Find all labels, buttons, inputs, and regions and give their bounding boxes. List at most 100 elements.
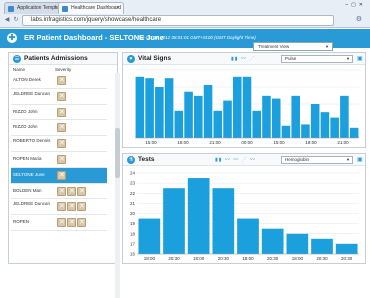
x-tick-label: 18:00	[305, 140, 317, 145]
patient-name: JELDREE Duncan	[13, 90, 51, 96]
severity-icon	[57, 107, 66, 117]
back-icon[interactable]: ◀	[3, 15, 11, 26]
severity-icon	[77, 186, 86, 196]
patient-row[interactable]: SELTONE June	[11, 167, 107, 184]
logo-icon: ✚	[7, 33, 17, 43]
test-select[interactable]: Hemoglobin ▼	[281, 156, 353, 164]
y-tick-label: 17	[130, 241, 136, 246]
x-tick-label: 20:30	[316, 256, 328, 261]
list-icon: ☰	[13, 55, 21, 63]
patient-name: JELDREE Duncan	[13, 201, 51, 207]
bar	[262, 95, 271, 138]
column-header-severity[interactable]: Severity	[55, 67, 71, 72]
patient-name: BOLDEN Man	[13, 187, 42, 193]
datetime-text: Tue Oct 16 2012 08:01:01 GMT+0100 (GMT D…	[137, 35, 256, 40]
bar	[330, 117, 339, 138]
patient-row[interactable]: JELDREE Duncan	[11, 199, 107, 216]
bar	[155, 87, 164, 138]
settings-icon[interactable]: ▣	[357, 156, 363, 163]
x-tick-label: 15:00	[145, 140, 157, 145]
tests-chart: 16 17 18 19 20 21 22 23 24 18:00 20:30 18:00 20:30 18…	[130, 171, 359, 261]
favicon-icon	[8, 6, 14, 12]
bar	[286, 233, 309, 254]
patient-row[interactable]: RIZZO John	[11, 105, 107, 121]
browser-tab-inactive[interactable]: Application Templat ✕	[4, 2, 62, 14]
severity-icon	[77, 202, 86, 212]
chart-type-icons[interactable]: ▮▮ 〰 〰 ⋰ 〰	[215, 156, 256, 163]
panel-title: Patients Admissions	[24, 55, 88, 62]
window-controls[interactable]: –▢✕	[345, 2, 366, 8]
y-tick-label: 21	[130, 201, 136, 206]
severity-icon	[77, 218, 86, 228]
panel-title: Vital Signs	[138, 55, 172, 62]
bar	[135, 76, 145, 138]
x-tick-label: 20:30	[341, 256, 353, 261]
x-tick-label: 20:30	[218, 256, 230, 261]
panel-header: ♥ Vital Signs ▮▮ 〰 ⋰ Pulse ▼ ▣	[123, 53, 365, 65]
chevron-down-icon: ▼	[325, 44, 329, 49]
bar	[291, 95, 300, 138]
bar	[203, 84, 213, 138]
bar	[261, 228, 284, 254]
severity-icon	[57, 154, 66, 164]
flask-icon: ⚗	[127, 156, 135, 164]
patient-name: ROBERTO Dennis	[13, 138, 51, 144]
severity-icon	[57, 123, 66, 133]
panel-title: Tests	[138, 156, 155, 163]
reload-icon[interactable]: ↻	[12, 15, 20, 26]
severity-icon	[67, 218, 76, 228]
patient-row[interactable]: ROBERTO Dennis	[11, 136, 107, 152]
settings-icon[interactable]: ▣	[357, 55, 363, 62]
measure-select[interactable]: Pulse ▼	[281, 55, 353, 63]
bar	[310, 104, 320, 138]
patient-row[interactable]: BOLDEN Man	[11, 184, 107, 200]
patient-name: ROPEN	[13, 219, 30, 225]
patient-name: RIZZO John	[13, 108, 38, 114]
y-tick-label: 22	[130, 191, 136, 196]
wrench-icon[interactable]: ⚙	[356, 15, 362, 23]
vital-signs-chart: 15:00 18:00 21:00 00:00 15:00 18:00 21:00	[135, 69, 359, 145]
patient-row[interactable]: JELDREE Duncan	[11, 89, 107, 105]
x-tick-label: 20:30	[267, 256, 279, 261]
bar	[242, 76, 252, 138]
y-tick-label: 19	[130, 221, 136, 226]
patient-row[interactable]: ROPEN Maria	[11, 152, 107, 168]
panel-header: ⚗ Tests ▮▮ 〰 〰 ⋰ 〰 Hemoglobin ▼ ▣	[123, 154, 365, 166]
vital-signs-panel: ♥ Vital Signs ▮▮ 〰 ⋰ Pulse ▼ ▣ 15:00 18:0…	[122, 52, 366, 148]
bar	[301, 124, 310, 138]
patient-row[interactable]: RIZZO John	[11, 120, 107, 137]
patient-name: ALTON Derek	[13, 77, 41, 82]
y-tick-label: 20	[130, 211, 136, 216]
scrollbar-track[interactable]	[115, 73, 120, 298]
panel-header: ☰ Patients Admissions	[9, 53, 117, 65]
x-tick-label: 21:00	[337, 140, 349, 145]
patient-row[interactable]: ROPEN	[11, 215, 107, 231]
test-select-value: Hemoglobin	[285, 157, 310, 162]
patient-row[interactable]: ALTON Derek	[11, 73, 107, 89]
close-tab-icon[interactable]: ✕	[116, 3, 120, 14]
chart-type-icons[interactable]: ▮▮ 〰 ⋰	[231, 55, 255, 62]
severity-icon	[67, 186, 76, 196]
severity-icon	[57, 139, 66, 149]
severity-icon	[57, 170, 66, 180]
bar	[335, 243, 358, 254]
column-header-name[interactable]: Name	[13, 67, 25, 72]
y-tick-label: 24	[130, 171, 136, 176]
scrollbar-thumb[interactable]	[115, 128, 120, 178]
favicon-icon	[62, 6, 68, 12]
severity-icon	[57, 76, 66, 85]
y-tick-label: 23	[130, 181, 136, 186]
view-dropdown[interactable]: Treatment View ▼	[253, 42, 333, 51]
bar	[237, 218, 259, 254]
bar	[184, 91, 193, 138]
bar	[212, 188, 235, 254]
y-tick-label: 18	[130, 231, 136, 236]
severity-icon	[57, 186, 66, 196]
patients-panel: ☰ Patients Admissions Name Severity ALTO…	[8, 52, 120, 298]
bar	[174, 110, 184, 138]
bar	[281, 125, 291, 138]
address-bar[interactable]: labs.infragistics.com/jquery/showcase/he…	[22, 15, 334, 26]
browser-tab-active[interactable]: Healthcare Dashboard ✕	[58, 2, 124, 14]
x-tick-label: 20:30	[168, 256, 180, 261]
x-tick-label: 00:00	[241, 140, 253, 145]
